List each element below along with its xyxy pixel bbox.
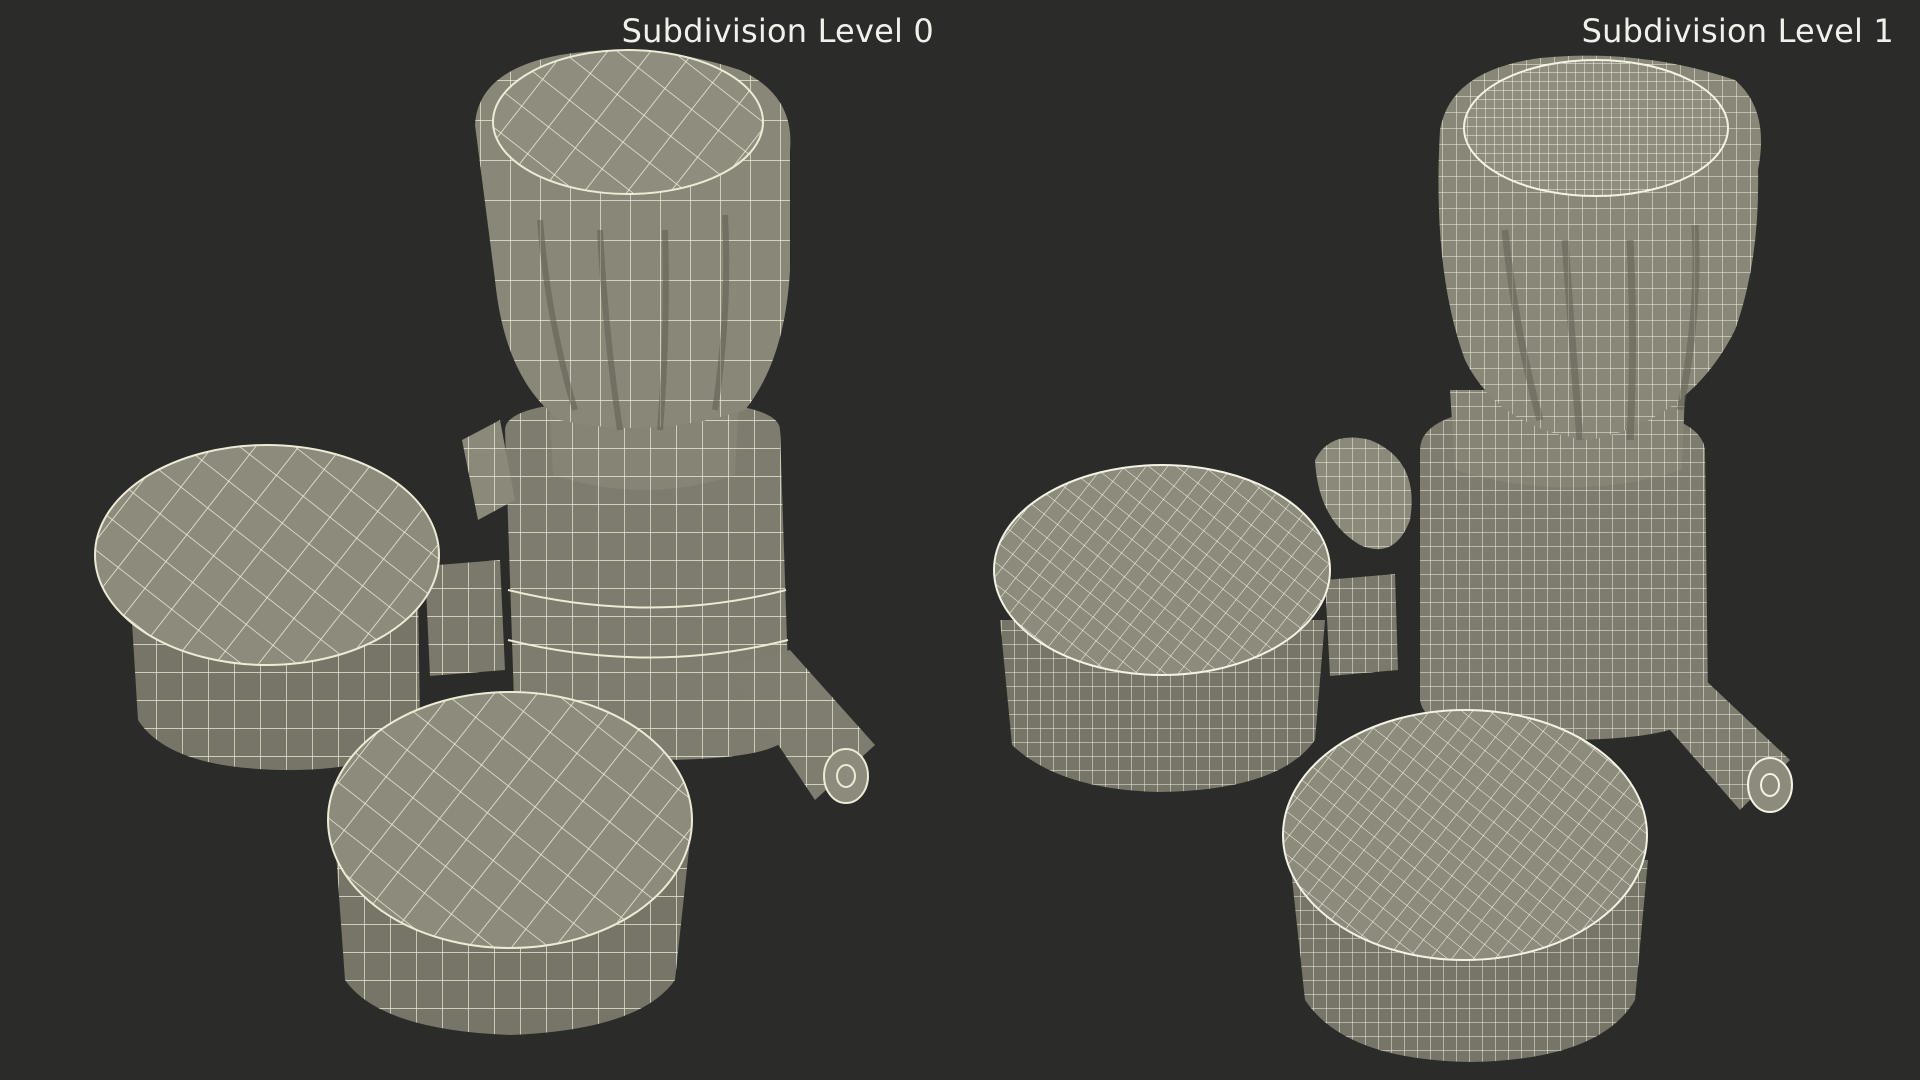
gauge-rear — [94, 444, 440, 770]
gauge-stem-left-back — [425, 560, 505, 676]
model-level-1 — [993, 55, 1793, 1062]
gauge-rear-smooth — [993, 464, 1331, 792]
adjust-knob — [475, 49, 791, 431]
gauge-front — [327, 691, 693, 1035]
adjust-knob-smooth — [1438, 55, 1762, 441]
outlet-fitting-smooth — [1635, 675, 1793, 813]
model-level-0 — [94, 49, 875, 1035]
side-port-nut-smooth — [1315, 437, 1412, 550]
gauge-stem-right-back — [1325, 574, 1398, 676]
render-viewport: Subdivision Level 0 Subdivision Level 1 — [0, 0, 1920, 1080]
wireframe-render — [94, 49, 1793, 1062]
label-subdivision-level-1: Subdivision Level 1 — [1581, 12, 1894, 50]
gauge-front-smooth — [1282, 709, 1648, 1062]
label-subdivision-level-0: Subdivision Level 0 — [621, 12, 934, 50]
